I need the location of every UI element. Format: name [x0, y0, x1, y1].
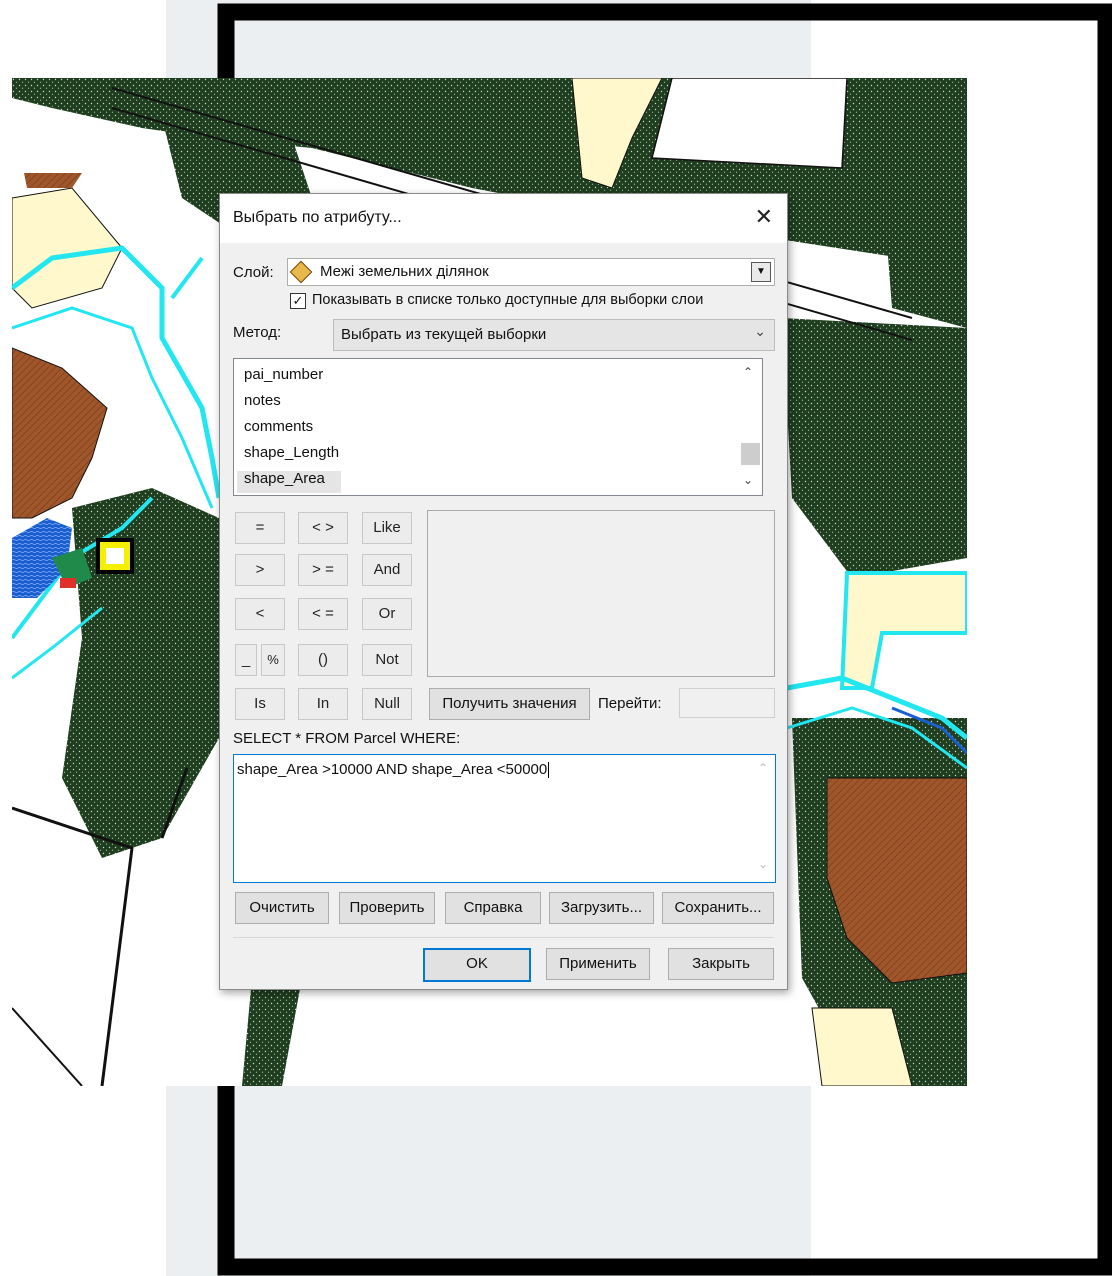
op-in-button[interactable]: In	[298, 688, 348, 720]
sql-prefix-label: SELECT * FROM Parcel WHERE:	[233, 730, 461, 747]
layer-label: Слой:	[233, 264, 274, 281]
op-greater-button[interactable]: >	[235, 554, 285, 586]
save-button[interactable]: Сохранить...	[662, 892, 774, 924]
op-not-button[interactable]: Not	[362, 644, 412, 676]
layer-select-value: Межі земельних ділянок	[320, 263, 489, 280]
op-less-button[interactable]: <	[235, 598, 285, 630]
field-list-scrollbar[interactable]: ⌃ ⌄	[738, 359, 762, 495]
apply-button[interactable]: Применить	[546, 948, 650, 980]
close-button[interactable]: Закрыть	[668, 948, 774, 980]
op-null-button[interactable]: Null	[362, 688, 412, 720]
op-not-equal-button[interactable]: < >	[298, 512, 348, 544]
op-less-equal-button[interactable]: < =	[298, 598, 348, 630]
chevron-down-icon[interactable]: ⌄	[758, 857, 768, 871]
op-or-button[interactable]: Or	[362, 598, 412, 630]
separator	[233, 937, 774, 938]
chevron-up-icon[interactable]: ⌃	[743, 365, 753, 379]
only-selectable-checkbox[interactable]: ✓	[290, 293, 306, 309]
ok-button[interactable]: OK	[423, 948, 531, 982]
sql-scrollbar[interactable]: ⌃ ⌄	[753, 757, 773, 879]
only-selectable-label: Показывать в списке только доступные для…	[312, 292, 704, 308]
get-values-button[interactable]: Получить значения	[429, 688, 590, 720]
field-item-selected[interactable]: shape_Area	[244, 470, 325, 487]
op-like-button[interactable]: Like	[362, 512, 412, 544]
scroll-thumb[interactable]	[741, 443, 760, 465]
field-list[interactable]: pai_number notes comments shape_Length s…	[233, 358, 763, 496]
chevron-down-icon[interactable]: ⌄	[743, 473, 753, 487]
text-caret	[548, 762, 550, 779]
sql-expression-value: shape_Area >10000 AND shape_Area <50000	[237, 761, 548, 778]
method-select-value: Выбрать из текущей выборки	[341, 326, 547, 343]
op-underscore-button[interactable]: _	[235, 644, 257, 676]
load-button[interactable]: Загрузить...	[549, 892, 654, 924]
select-by-attribute-dialog: Выбрать по атрибуту... ✕ Слой: Межі земе…	[219, 193, 788, 990]
dialog-title: Выбрать по атрибуту...	[233, 209, 402, 226]
method-select[interactable]: Выбрать из текущей выборки ⌄	[333, 319, 775, 351]
field-item[interactable]: notes	[244, 392, 281, 409]
op-greater-equal-button[interactable]: > =	[298, 554, 348, 586]
op-parens-button[interactable]: ()	[298, 644, 348, 676]
close-icon[interactable]: ✕	[755, 204, 773, 230]
layer-select[interactable]: Межі земельних ділянок ▼	[287, 258, 775, 286]
method-label: Метод:	[233, 324, 282, 341]
op-equals-button[interactable]: =	[235, 512, 285, 544]
op-and-button[interactable]: And	[362, 554, 412, 586]
chevron-up-icon[interactable]: ⌃	[758, 761, 768, 775]
clear-button[interactable]: Очистить	[235, 892, 329, 924]
unique-values-list[interactable]	[427, 510, 775, 677]
sql-expression-textarea[interactable]: shape_Area >10000 AND shape_Area <50000 …	[233, 754, 776, 883]
layer-diamond-icon	[289, 260, 313, 284]
help-button[interactable]: Справка	[445, 892, 541, 924]
field-item[interactable]: pai_number	[244, 366, 323, 383]
goto-input[interactable]	[679, 688, 775, 718]
house-marker-icon[interactable]	[96, 538, 134, 574]
field-item[interactable]: shape_Length	[244, 444, 339, 461]
dropdown-arrow-icon[interactable]: ▼	[751, 262, 771, 282]
title-bar[interactable]: Выбрать по атрибуту... ✕	[220, 194, 787, 243]
op-percent-button[interactable]: %	[261, 644, 285, 676]
field-item[interactable]: comments	[244, 418, 313, 435]
chevron-down-icon: ⌄	[754, 323, 766, 339]
verify-button[interactable]: Проверить	[339, 892, 435, 924]
goto-label: Перейти:	[598, 695, 662, 712]
sql-expression-text: shape_Area >10000 AND shape_Area <50000	[237, 761, 550, 779]
op-is-button[interactable]: Is	[235, 688, 285, 720]
